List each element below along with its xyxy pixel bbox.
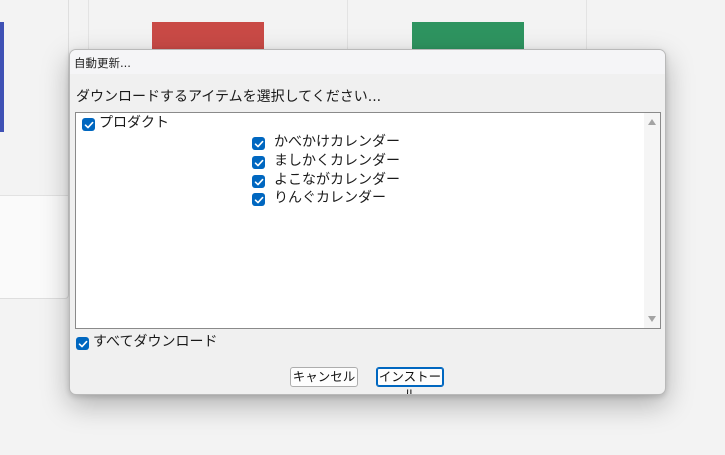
list-scrollbar[interactable] (644, 113, 660, 328)
checkbox-product-root[interactable] (82, 118, 95, 131)
scroll-up-arrow-icon[interactable] (648, 119, 656, 125)
tree-item-label: よこながカレンダー (274, 172, 400, 188)
background-green-swatch (412, 22, 524, 52)
checkmark-icon (254, 159, 263, 166)
tree-root-label: プロダクト (99, 115, 169, 131)
dialog-prompt: ダウンロードするアイテムを選択してください... (76, 89, 382, 105)
checkbox-child-3[interactable] (252, 175, 265, 188)
checkbox-child-1[interactable] (252, 137, 265, 150)
checkbox-child-2[interactable] (252, 156, 265, 169)
tree-item-label: かべかけカレンダー (274, 134, 400, 150)
checkmark-icon (254, 140, 263, 147)
checkmark-icon (254, 178, 263, 185)
checkmark-icon (78, 340, 87, 347)
dialog-title: 自動更新... (74, 56, 131, 70)
checkmark-icon (84, 121, 93, 128)
background-sidebar-accent (0, 22, 4, 132)
checkbox-child-4[interactable] (252, 193, 265, 206)
download-items-list[interactable]: プロダクト かべかけカレンダー ましかくカレンダー よこながカレンダー りんぐカ… (75, 112, 661, 329)
background-sidebar-header (0, 0, 68, 196)
tree-item-label: りんぐカレンダー (274, 190, 386, 206)
install-button[interactable]: インストール (376, 367, 444, 394)
background-red-swatch (152, 22, 264, 52)
cancel-button[interactable]: キャンセル (290, 367, 358, 387)
dialog-titlebar[interactable]: 自動更新... (70, 50, 665, 74)
tree-item-label: ましかくカレンダー (274, 153, 400, 169)
download-all-label: すべてダウンロード (93, 334, 218, 350)
checkmark-icon (254, 196, 263, 203)
auto-update-dialog: 自動更新... ダウンロードするアイテムを選択してください... プロダクト か… (69, 49, 666, 395)
background-sidebar-panel (0, 0, 69, 299)
scroll-down-arrow-icon[interactable] (648, 316, 656, 322)
download-all-checkbox[interactable] (76, 337, 89, 350)
